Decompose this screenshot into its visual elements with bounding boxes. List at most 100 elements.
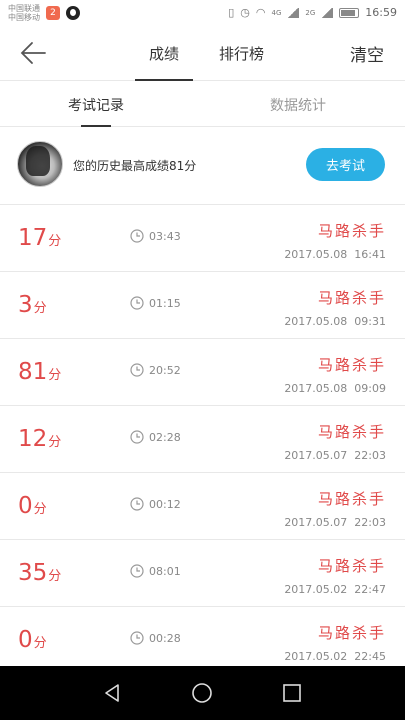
record-meta: 马路杀手 2017.05.02 22:47	[284, 555, 386, 596]
clock-icon	[130, 296, 144, 310]
avatar[interactable]	[17, 141, 63, 187]
score-unit: 分	[33, 301, 47, 316]
record-meta: 马路杀手 2017.05.07 22:03	[284, 421, 386, 462]
record-duration: 00:28	[130, 631, 181, 645]
record-meta: 马路杀手 2017.05.07 22:03	[284, 488, 386, 529]
network-4g-label: 4G	[271, 8, 282, 17]
record-score: 81分	[18, 359, 61, 385]
record-title: 马路杀手	[317, 490, 386, 508]
carrier-info: 中国联通 中国移动	[8, 4, 40, 22]
record-title: 马路杀手	[317, 222, 386, 240]
record-score: 17分	[18, 225, 61, 251]
record-row[interactable]: 35分 08:01 马路杀手 2017.05.02 22:47	[0, 540, 405, 607]
system-home-icon[interactable]	[191, 682, 213, 704]
record-datetime: 2017.05.08 16:41	[284, 248, 386, 261]
score-value: 0	[18, 493, 33, 519]
back-button[interactable]	[18, 39, 48, 67]
clock-icon	[130, 430, 144, 444]
record-title: 马路杀手	[317, 423, 386, 441]
score-unit: 分	[33, 502, 47, 517]
network-2g-label: 2G	[305, 8, 316, 17]
record-title: 马路杀手	[317, 624, 386, 642]
signal-2g-icon	[321, 7, 334, 18]
duration-value: 01:15	[149, 296, 181, 310]
record-datetime: 2017.05.07 22:03	[284, 516, 386, 529]
clock-icon	[130, 631, 144, 645]
carrier-line-1: 中国联通	[8, 3, 40, 13]
duration-value: 08:01	[149, 564, 181, 578]
duration-value: 20:52	[149, 363, 181, 377]
record-title: 马路杀手	[317, 289, 386, 307]
record-row[interactable]: 0分 00:12 马路杀手 2017.05.07 22:03	[0, 473, 405, 540]
record-title: 马路杀手	[317, 557, 386, 575]
duration-value: 00:12	[149, 497, 181, 511]
record-score: 35分	[18, 560, 61, 586]
score-unit: 分	[33, 636, 47, 651]
record-score: 12分	[18, 426, 61, 452]
best-score-text: 您的历史最高成绩81分	[73, 159, 197, 173]
record-duration: 01:15	[130, 296, 181, 310]
score-value: 35	[18, 560, 48, 586]
score-value: 3	[18, 292, 33, 318]
system-recent-apps-icon[interactable]	[281, 682, 303, 704]
record-score: 0分	[18, 627, 47, 653]
record-datetime: 2017.05.02 22:47	[284, 583, 386, 596]
score-value: 81	[18, 359, 48, 385]
duration-value: 00:28	[149, 631, 181, 645]
tab-ranking[interactable]: 排行榜	[219, 43, 264, 81]
clock-icon	[130, 229, 144, 243]
score-value: 12	[18, 426, 48, 452]
record-title: 马路杀手	[317, 356, 386, 374]
carrier-line-2: 中国移动	[8, 12, 40, 22]
record-meta: 马路杀手 2017.05.02 22:45	[284, 622, 386, 663]
record-duration: 03:43	[130, 229, 181, 243]
sub-tabs: 考试记录 数据统计	[0, 81, 405, 127]
record-datetime: 2017.05.08 09:31	[284, 315, 386, 328]
status-time: 16:59	[365, 6, 397, 19]
score-value: 0	[18, 627, 33, 653]
record-duration: 20:52	[130, 363, 181, 377]
system-nav-bar	[0, 666, 405, 720]
clear-button[interactable]: 清空	[350, 41, 384, 66]
wifi-icon: ◠	[255, 6, 266, 19]
top-nav: 成绩 排行榜 清空	[0, 25, 405, 81]
profile-summary: 您的历史最高成绩81分 去考试	[0, 127, 405, 205]
record-score: 0分	[18, 493, 47, 519]
status-icons: ▯ ◷ ◠ 4G 2G 16:59	[228, 6, 397, 19]
record-meta: 马路杀手 2017.05.08 16:41	[284, 220, 386, 261]
system-back-icon[interactable]	[101, 682, 123, 704]
duration-value: 03:43	[149, 229, 181, 243]
record-duration: 00:12	[130, 497, 181, 511]
duration-value: 02:28	[149, 430, 181, 444]
status-bar: 中国联通 中国移动 2 ▯ ◷ ◠ 4G 2G 16:59	[0, 0, 405, 25]
record-datetime: 2017.05.02 22:45	[284, 650, 386, 663]
record-datetime: 2017.05.07 22:03	[284, 449, 386, 462]
record-row[interactable]: 3分 01:15 马路杀手 2017.05.08 09:31	[0, 272, 405, 339]
exam-record-list: 17分 03:43 马路杀手 2017.05.08 16:41 3分 01:15…	[0, 205, 405, 674]
record-duration: 08:01	[130, 564, 181, 578]
qq-icon	[66, 5, 80, 20]
score-unit: 分	[48, 435, 62, 450]
record-row[interactable]: 0分 00:28 马路杀手 2017.05.02 22:45	[0, 607, 405, 674]
record-row[interactable]: 17分 03:43 马路杀手 2017.05.08 16:41	[0, 205, 405, 272]
alarm-icon: ◷	[240, 6, 250, 19]
clock-icon	[130, 497, 144, 511]
record-row[interactable]: 81分 20:52 马路杀手 2017.05.08 09:09	[0, 339, 405, 406]
start-exam-button[interactable]: 去考试	[306, 148, 385, 181]
tab-statistics[interactable]: 数据统计	[270, 95, 326, 127]
record-score: 3分	[18, 292, 47, 318]
vibrate-icon: ▯	[228, 6, 235, 19]
back-arrow-icon	[20, 42, 46, 64]
tab-exam-records[interactable]: 考试记录	[68, 95, 124, 127]
record-datetime: 2017.05.08 09:09	[284, 382, 386, 395]
battery-icon	[339, 7, 360, 18]
tab-score[interactable]: 成绩	[134, 43, 194, 81]
notification-badge-icon: 2	[46, 5, 60, 20]
score-value: 17	[18, 225, 48, 251]
clock-icon	[130, 564, 144, 578]
record-meta: 马路杀手 2017.05.08 09:09	[284, 354, 386, 395]
clock-icon	[130, 363, 144, 377]
score-unit: 分	[48, 569, 62, 584]
record-row[interactable]: 12分 02:28 马路杀手 2017.05.07 22:03	[0, 406, 405, 473]
score-unit: 分	[48, 234, 62, 249]
